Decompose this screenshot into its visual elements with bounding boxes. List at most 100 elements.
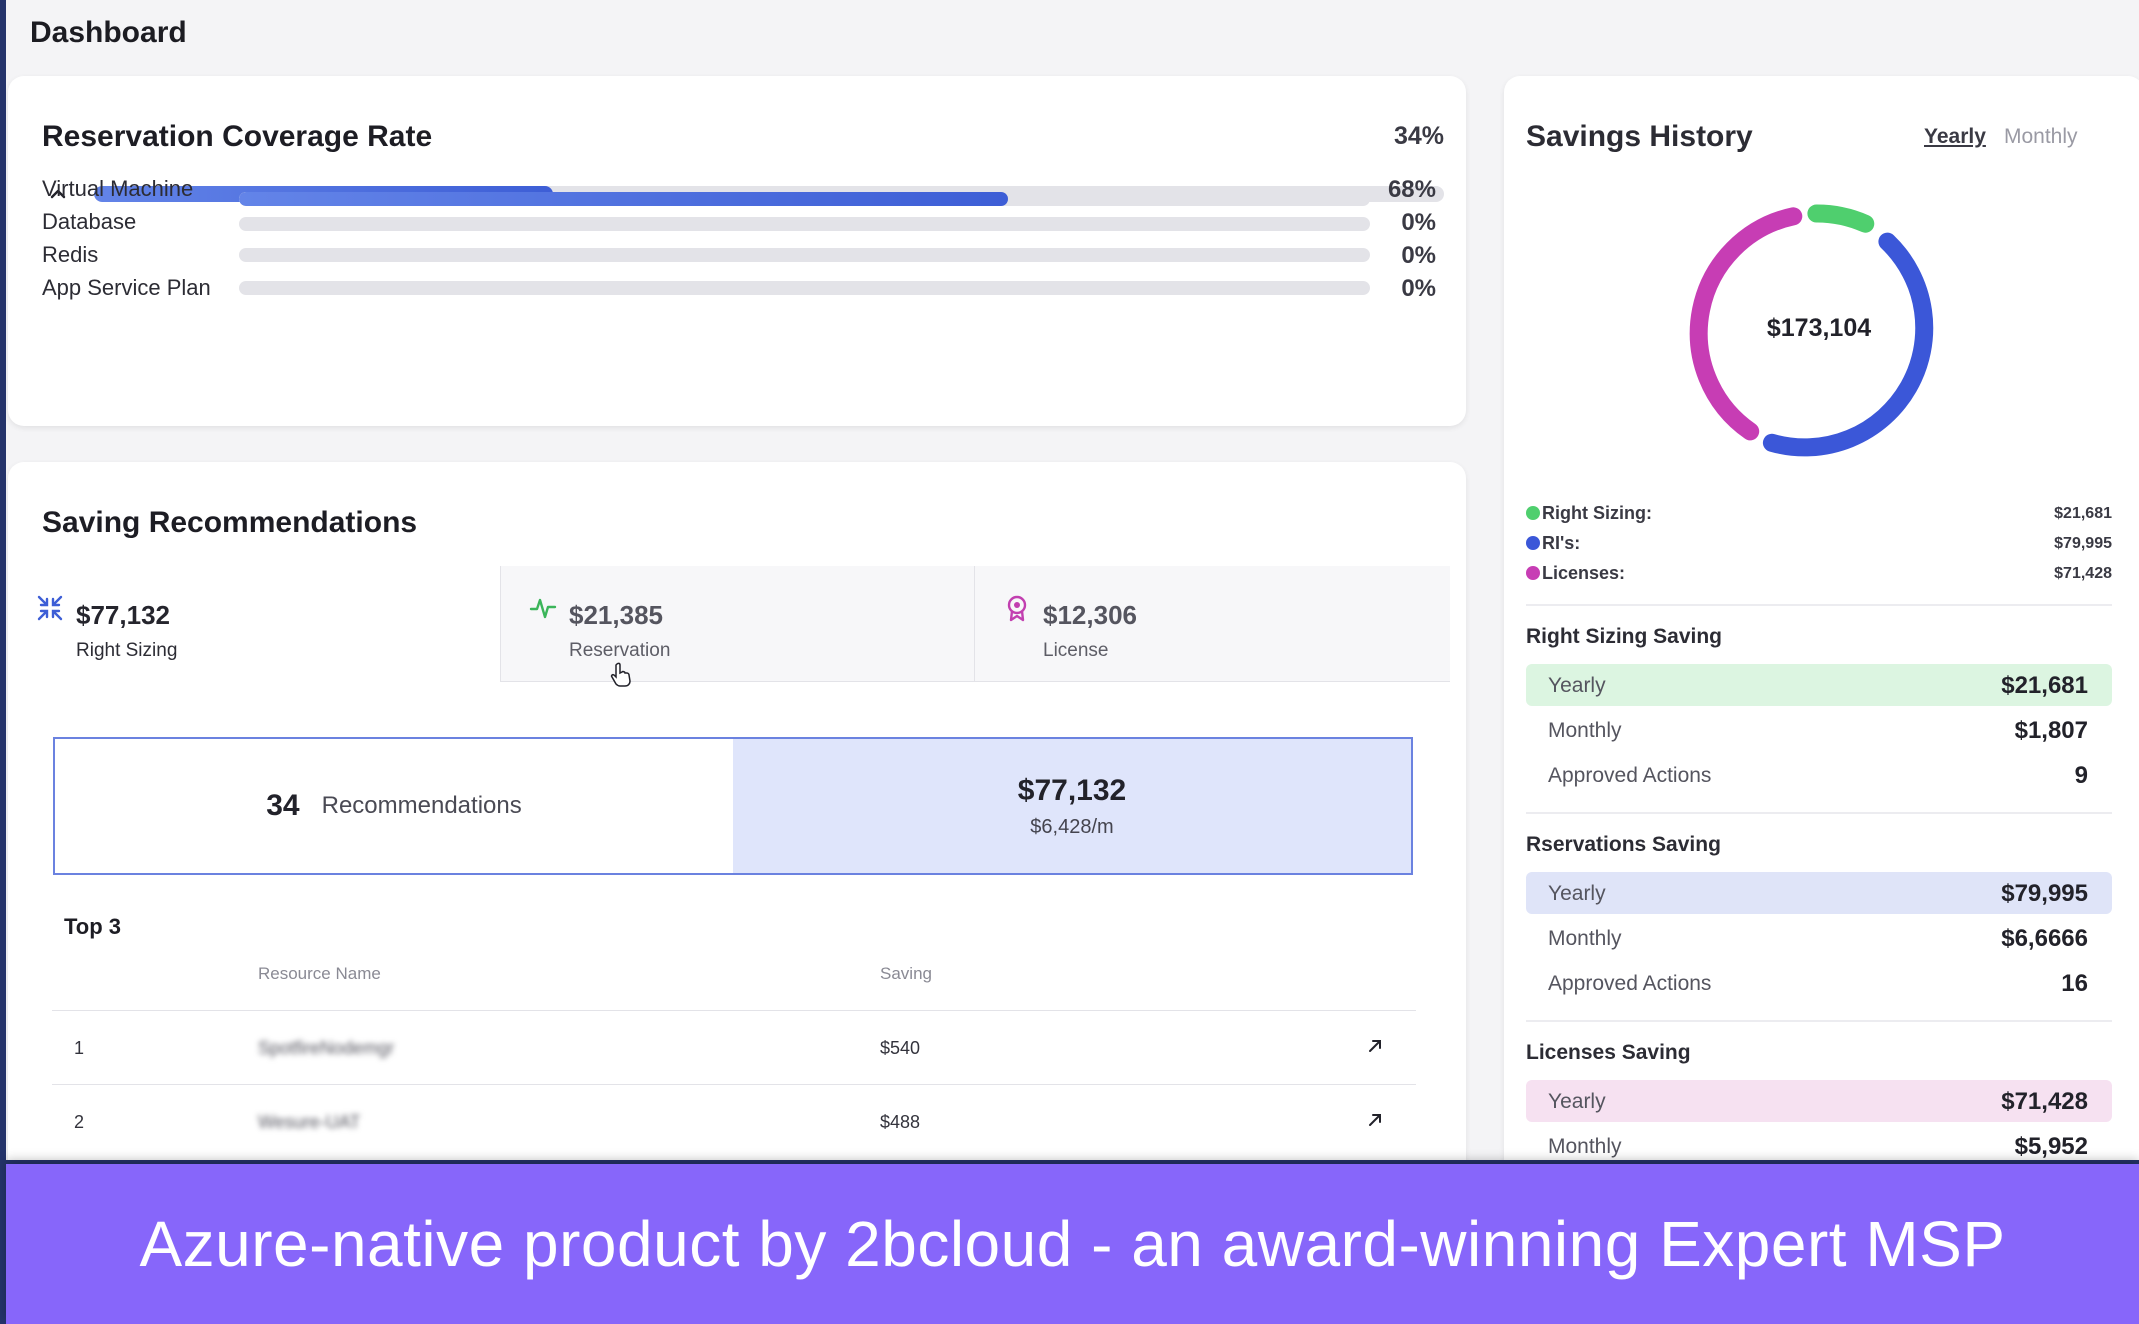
row-key: Monthly (1548, 1135, 1622, 1158)
external-link-arrow-icon[interactable] (1366, 1037, 1384, 1055)
licenses-yearly-row: Yearly $71,428 (1526, 1080, 2112, 1122)
summary-monthly: $6,428/m (1030, 815, 1114, 838)
recommendations-summary: 34 Recommendations $77,132 $6,428/m (53, 737, 1413, 875)
recommendations-count: 34 (266, 789, 300, 822)
divider (1526, 1020, 2112, 1022)
row-value: $1,807 (2014, 717, 2088, 744)
legend-value: $79,995 (2054, 535, 2112, 552)
coverage-row-bar-app-service-plan (239, 281, 1370, 295)
donut-total: $173,104 (1766, 314, 1872, 342)
licenses-monthly-row: Monthly $5,952 (1526, 1125, 2112, 1160)
summary-amount: $77,132 (1017, 773, 1127, 807)
reservations-saving-title: Rservations Saving (1526, 833, 1721, 856)
coverage-row-label-app-service-plan: App Service Plan (42, 275, 211, 300)
reservations-yearly-row: Yearly $79,995 (1526, 872, 2112, 914)
divider (1526, 604, 2112, 606)
donut-segment-ris (1762, 232, 1934, 457)
row-key: Yearly (1548, 882, 1606, 905)
summary-amount-panel[interactable]: $77,132 $6,428/m (733, 739, 1411, 873)
legend-label: Licenses: (1542, 563, 1626, 583)
reservations-approved-row: Approved Actions 16 (1526, 962, 2112, 1004)
savings-history-card: Savings History Yearly Monthly $173,104 … (1504, 76, 2139, 1160)
row-key: Approved Actions (1548, 972, 1712, 995)
row-value: $71,428 (2001, 1088, 2088, 1115)
external-link-arrow-icon[interactable] (1366, 1111, 1384, 1129)
row-value: $5,952 (2014, 1133, 2088, 1160)
coverage-row-pct-app-service-plan: 0% (1401, 275, 1436, 302)
coverage-row-bar-vm (239, 192, 1370, 206)
row-resource-name: Wesure-UAT (258, 1112, 361, 1132)
legend-dot-green (1526, 506, 1540, 520)
right-sizing-saving-title: Right Sizing Saving (1526, 625, 1723, 648)
row-saving: $488 (880, 1112, 921, 1132)
promo-banner-text: Azure-native product by 2bcloud - an awa… (139, 1208, 2006, 1280)
tile-reservation-amount: $21,385 (569, 600, 663, 630)
legend-value: $21,681 (2054, 505, 2112, 522)
legend-licenses: Licenses: $71,428 (1526, 561, 2112, 585)
tile-license[interactable]: $12,306 License (974, 566, 1450, 682)
table-divider (52, 1010, 1416, 1011)
reservation-coverage-card: Reservation Coverage Rate 34% Virtual Ma… (8, 76, 1466, 426)
legend-value: $71,428 (2054, 565, 2112, 582)
row-value: 16 (2061, 970, 2088, 997)
recommendations-count-label: Recommendations (321, 792, 522, 819)
award-badge-icon (1007, 595, 1027, 622)
row-rank: 2 (74, 1112, 85, 1132)
coverage-row-pct-redis: 0% (1401, 242, 1436, 269)
coverage-row-bar-database (239, 217, 1370, 231)
coverage-row-fill-vm (239, 192, 1009, 206)
dashboard-app: Dashboard Reservation Coverage Rate 34% … (6, 0, 2139, 1160)
column-header-resource-name: Resource Name (258, 964, 381, 983)
coverage-row-pct-database: 0% (1401, 209, 1436, 236)
coverage-title: Reservation Coverage Rate (42, 120, 433, 153)
row-rank: 1 (74, 1038, 85, 1058)
page-title: Dashboard (30, 16, 187, 49)
coverage-row-pct-vm: 68% (1387, 176, 1436, 203)
right-sizing-yearly-row: Yearly $21,681 (1526, 664, 2112, 706)
donut-segment-right-sizing (1807, 204, 1875, 233)
toggle-monthly[interactable]: Monthly (2004, 125, 2078, 149)
coverage-overall-pct: 34% (1393, 122, 1444, 150)
licenses-saving-title: Licenses Saving (1526, 1041, 1691, 1064)
reservations-monthly-row: Monthly $6,6666 (1526, 917, 2112, 959)
compress-arrows-icon (37, 595, 63, 621)
row-key: Yearly (1548, 1090, 1606, 1113)
legend-right-sizing: Right Sizing: $21,681 (1526, 501, 2112, 525)
coverage-row-label-redis: Redis (42, 242, 99, 267)
tile-right-sizing-label: Right Sizing (76, 640, 178, 661)
legend-ris: RI's: $79,995 (1526, 531, 2112, 555)
row-resource-name: SpotfireNodemgr (258, 1038, 395, 1058)
saving-recommendations-card: Saving Recommendations $77,132 Right Siz… (8, 462, 1466, 1160)
tile-right-sizing[interactable]: $77,132 Right Sizing (8, 566, 482, 682)
top-3-label: Top 3 (64, 914, 122, 939)
coverage-row-label-vm: Virtual Machine (42, 176, 194, 201)
activity-pulse-icon (529, 598, 557, 619)
legend-label: RI's: (1542, 533, 1581, 553)
tile-reservation-label: Reservation (569, 640, 671, 661)
legend-dot-magenta (1526, 566, 1540, 580)
coverage-row-bar-redis (239, 248, 1370, 262)
coverage-row-label-database: Database (42, 209, 137, 234)
row-value: $79,995 (2001, 880, 2088, 907)
column-header-saving: Saving (880, 964, 932, 983)
legend-label: Right Sizing: (1542, 503, 1652, 523)
promo-banner: Azure-native product by 2bcloud - an awa… (6, 1164, 2139, 1324)
toggle-yearly[interactable]: Yearly (1924, 125, 1986, 149)
row-key: Monthly (1548, 719, 1622, 742)
row-key: Approved Actions (1548, 764, 1712, 787)
tile-license-label: License (1043, 640, 1109, 661)
tile-reservation[interactable]: $21,385 Reservation (500, 566, 974, 682)
row-key: Yearly (1548, 674, 1606, 697)
hand-cursor-icon (610, 662, 631, 687)
right-sizing-approved-row: Approved Actions 9 (1526, 754, 2112, 796)
recommendations-title: Saving Recommendations (42, 506, 418, 539)
tile-right-sizing-amount: $77,132 (76, 600, 170, 630)
legend-dot-blue (1526, 536, 1540, 550)
savings-history-title: Savings History (1526, 120, 1753, 153)
right-sizing-monthly-row: Monthly $1,807 (1526, 709, 2112, 751)
summary-count-panel[interactable]: 34 Recommendations (55, 739, 733, 873)
row-value: $6,6666 (2001, 925, 2088, 952)
row-saving: $540 (880, 1038, 921, 1058)
row-value: $21,681 (2001, 672, 2088, 699)
divider (1526, 812, 2112, 814)
